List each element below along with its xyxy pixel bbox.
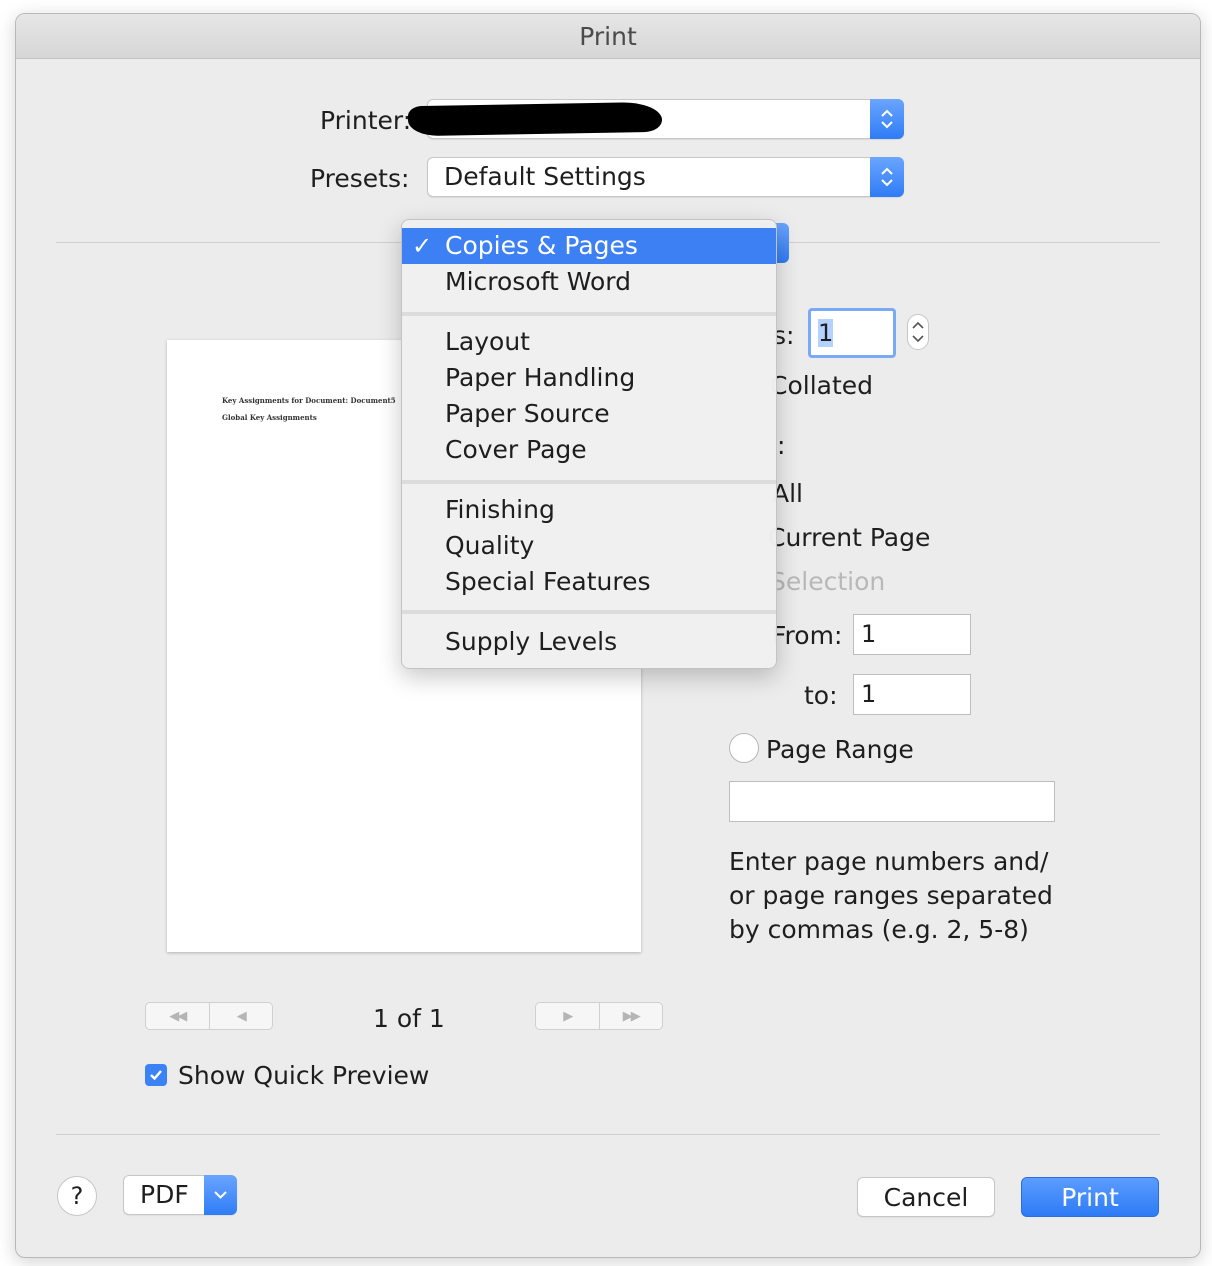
pdf-menu-button[interactable]: PDF	[123, 1175, 237, 1215]
menu-item-cover-page[interactable]: Cover Page	[402, 432, 776, 468]
page-range-label: Page Range	[766, 735, 914, 764]
pages-label: :	[777, 431, 786, 460]
up-down-arrows-icon	[912, 321, 924, 343]
previous-page-icon[interactable]: ◀	[208, 1003, 273, 1029]
menu-item-copies-pages[interactable]: ✓ Copies & Pages	[402, 228, 776, 264]
pdf-label: PDF	[140, 1180, 189, 1209]
presets-value: Default Settings	[444, 162, 646, 191]
from-label: From:	[772, 621, 843, 650]
preview-nav-back: ◀◀ ◀	[145, 1002, 273, 1030]
menu-item-supply-levels[interactable]: Supply Levels	[402, 624, 776, 660]
next-page-icon[interactable]: ▶	[536, 1003, 599, 1029]
printer-label: Printer:	[320, 106, 412, 135]
to-label: to:	[804, 681, 838, 710]
page-range-help: Enter page numbers and/ or page ranges s…	[729, 845, 1053, 947]
copies-value: 1	[818, 319, 834, 347]
page-range-radio[interactable]	[729, 733, 759, 763]
first-page-icon[interactable]: ◀◀	[146, 1003, 209, 1029]
checkmark-icon: ✓	[412, 232, 433, 260]
show-quick-preview-label: Show Quick Preview	[178, 1061, 430, 1090]
last-page-icon[interactable]: ▶▶	[598, 1003, 663, 1029]
preview-line-2: Global Key Assignments	[222, 413, 317, 422]
menu-item-quality[interactable]: Quality	[402, 528, 776, 564]
to-input[interactable]: 1	[853, 674, 971, 715]
page-indicator: 1 of 1	[373, 1004, 445, 1033]
page-range-help-line-3: by commas (e.g. 2, 5-8)	[729, 915, 1029, 944]
page-range-help-line-1: Enter page numbers and/	[729, 847, 1049, 876]
copies-input[interactable]: 1	[808, 308, 896, 358]
page-range-input[interactable]	[729, 781, 1055, 822]
menu-item-special-features[interactable]: Special Features	[402, 564, 776, 600]
pane-dropdown-menu: ✓ Copies & Pages Microsoft Word Layout P…	[401, 219, 777, 669]
collated-label: Collated	[770, 371, 874, 400]
current-page-label: Current Page	[768, 523, 931, 552]
menu-separator	[402, 480, 776, 484]
separator-bottom	[56, 1134, 1160, 1135]
chevron-down-icon	[204, 1175, 237, 1215]
menu-item-microsoft-word[interactable]: Microsoft Word	[402, 264, 776, 300]
page-range-help-line-2: or page ranges separated	[729, 881, 1053, 910]
menu-item-paper-source[interactable]: Paper Source	[402, 396, 776, 432]
preview-line-1: Key Assignments for Document: Document5	[222, 396, 396, 405]
cancel-button[interactable]: Cancel	[857, 1177, 995, 1217]
help-button[interactable]: ?	[57, 1176, 97, 1216]
menu-separator	[402, 610, 776, 614]
window-title: Print	[16, 14, 1200, 59]
presets-popup[interactable]: Default Settings	[427, 157, 904, 197]
print-button[interactable]: Print	[1021, 1177, 1159, 1217]
menu-separator	[402, 312, 776, 316]
show-quick-preview-checkbox[interactable]	[145, 1064, 167, 1086]
presets-label: Presets:	[310, 164, 410, 193]
menu-item-paper-handling[interactable]: Paper Handling	[402, 360, 776, 396]
selection-label: Selection	[770, 567, 886, 596]
menu-item-layout[interactable]: Layout	[402, 324, 776, 360]
copies-stepper[interactable]	[907, 314, 929, 350]
up-down-arrows-icon	[870, 157, 904, 197]
redaction-mark	[407, 101, 663, 137]
preview-nav-forward: ▶ ▶▶	[535, 1002, 663, 1030]
checkmark-icon	[150, 1070, 162, 1081]
up-down-arrows-icon	[870, 99, 904, 139]
menu-item-label: Copies & Pages	[445, 231, 638, 260]
menu-item-finishing[interactable]: Finishing	[402, 492, 776, 528]
from-input[interactable]: 1	[853, 614, 971, 655]
